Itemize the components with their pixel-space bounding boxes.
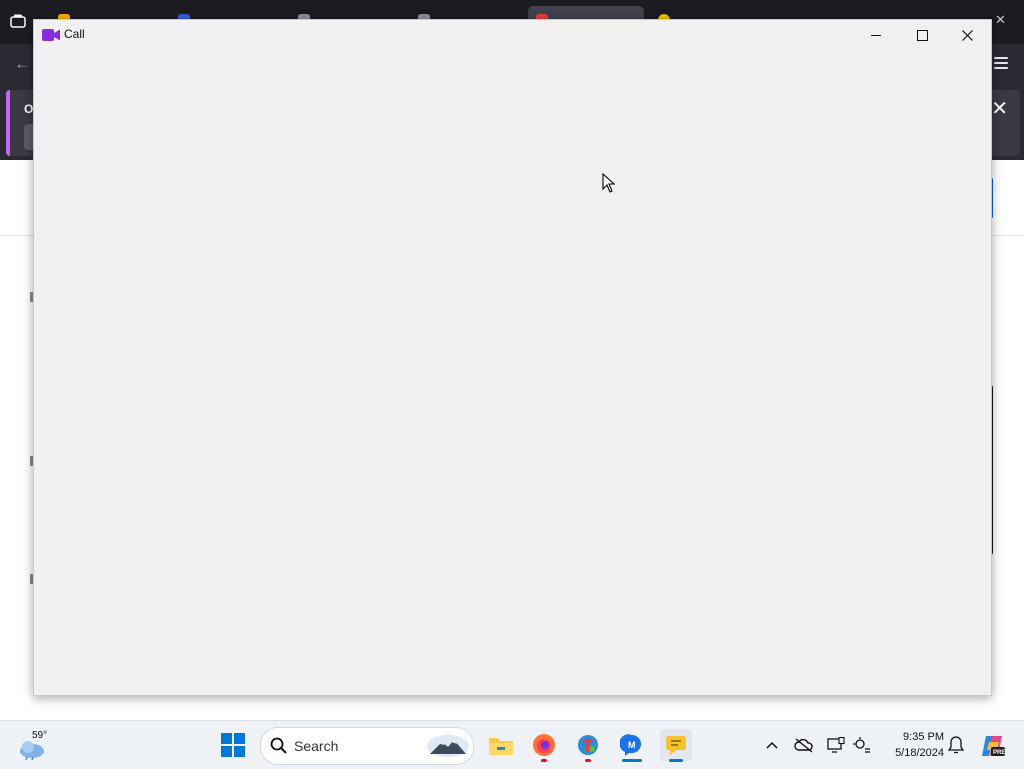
network-app-icon	[578, 735, 598, 755]
messenger-icon: M	[620, 734, 641, 756]
clock-time: 9:35 PM	[903, 731, 944, 743]
chat-app-active-indicator	[669, 759, 683, 762]
settings-sync-tray-button[interactable]	[852, 735, 872, 755]
file-explorer-button[interactable]	[485, 729, 517, 761]
network-app-button[interactable]	[572, 729, 604, 761]
call-content-area	[34, 50, 991, 695]
display-tray-button[interactable]	[826, 735, 846, 755]
chat-app-icon	[666, 736, 686, 755]
firefox-icon	[533, 734, 555, 756]
firefox-running-indicator	[541, 759, 547, 762]
onedrive-offline-icon	[794, 738, 813, 753]
maximize-icon	[916, 29, 928, 41]
file-explorer-icon	[489, 738, 513, 755]
back-arrow-icon[interactable]: ←	[14, 54, 31, 74]
taskbar: 59° Search M 9:35 PM 5/18/2024 PRE	[0, 720, 1024, 769]
mouse-cursor-icon	[602, 173, 616, 193]
firefox-button[interactable]	[528, 729, 560, 761]
settings-sync-icon	[853, 737, 870, 753]
close-icon	[961, 29, 973, 41]
weather-temperature: 59°	[32, 730, 48, 741]
display-icon	[827, 737, 845, 753]
browser-menu-icon[interactable]	[994, 54, 1008, 72]
chat-app-button[interactable]	[660, 729, 692, 761]
copilot-button[interactable]: PRE	[980, 733, 1006, 759]
search-highlight-art-icon	[427, 735, 469, 757]
call-window: Call	[33, 19, 992, 696]
copilot-icon: PRE	[982, 736, 1005, 756]
minimize-icon	[871, 34, 881, 36]
minimize-button[interactable]	[853, 20, 899, 50]
search-icon	[270, 737, 287, 754]
notification-button[interactable]	[946, 735, 966, 755]
messenger-active-indicator	[622, 759, 642, 762]
start-button[interactable]	[221, 733, 245, 757]
chevron-up-icon	[766, 741, 778, 749]
start-icon	[221, 733, 232, 744]
banner-close-icon[interactable]: ✕	[991, 96, 1008, 121]
close-button[interactable]	[944, 20, 990, 50]
browser-close-button[interactable]: ✕	[995, 12, 1006, 28]
notification-bell-icon	[948, 736, 964, 754]
search-placeholder: Search	[294, 738, 339, 754]
weather-widget[interactable]: 59°	[18, 729, 68, 763]
network-app-running-indicator	[585, 759, 591, 762]
clock-date: 5/18/2024	[895, 747, 944, 759]
messenger-button[interactable]: M	[616, 729, 648, 761]
video-camera-icon	[42, 29, 60, 41]
window-title: Call	[64, 27, 85, 41]
taskbar-clock[interactable]: 9:35 PM 5/18/2024	[880, 729, 944, 761]
svg-text:M: M	[628, 740, 636, 750]
taskbar-search-box[interactable]: Search	[260, 727, 474, 765]
svg-text:PRE: PRE	[993, 750, 1005, 756]
show-hidden-icons-button[interactable]	[762, 735, 782, 755]
tab-overview-icon[interactable]	[10, 14, 26, 28]
maximize-button[interactable]	[899, 20, 945, 50]
onedrive-tray-button[interactable]	[794, 735, 814, 755]
call-window-titlebar[interactable]: Call	[34, 20, 991, 50]
